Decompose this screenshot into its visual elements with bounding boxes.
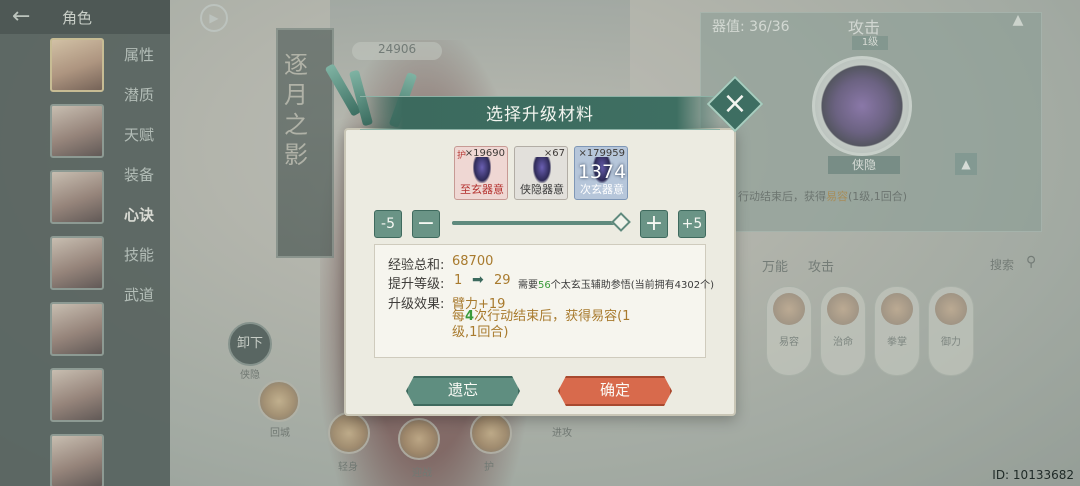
spirit-flame-icon [473, 157, 491, 183]
effect-label: 升级效果: [388, 297, 445, 312]
exp-label: 经验总和: [388, 258, 445, 273]
material-item-1[interactable]: 护 ×19690 至玄器意 [454, 146, 508, 200]
item-name: 侠隐器意 [520, 183, 564, 196]
exp-value: 68700 [452, 254, 494, 269]
plus-button[interactable]: + [640, 210, 668, 238]
slider-fill [452, 221, 624, 225]
arrow-right-icon: ➡ [472, 272, 484, 288]
effect-description: 每4次行动结束后，获得易容(1级,1回合) [452, 309, 631, 340]
requirement-text: 需要56个太玄玉辅助参悟(当前拥有4302个) [518, 280, 714, 291]
level-from: 1 [454, 273, 463, 288]
level-label: 提升等级: [388, 277, 445, 292]
modal-title: 选择升级材料 [486, 105, 594, 125]
item-name: 至玄器意 [460, 183, 504, 196]
forget-button[interactable]: 遗忘 [406, 376, 520, 406]
confirm-button[interactable]: 确定 [558, 376, 672, 406]
id-label: ID: 10133682 [992, 468, 1074, 482]
quantity-slider[interactable] [452, 221, 624, 225]
spirit-flame-icon [533, 157, 551, 183]
plus-five-button[interactable]: +5 [678, 210, 706, 238]
material-item-3[interactable]: ×179959 1374 次玄器意 [574, 146, 628, 200]
close-icon[interactable]: × [715, 84, 755, 124]
minus-five-button[interactable]: -5 [374, 210, 402, 238]
item-name: 次玄器意 [580, 183, 624, 196]
level-to: 29 [494, 273, 511, 288]
minus-button[interactable]: − [412, 210, 440, 238]
item-selected-count: 1374 [577, 161, 627, 183]
material-item-2[interactable]: ×67 侠隐器意 [514, 146, 568, 200]
